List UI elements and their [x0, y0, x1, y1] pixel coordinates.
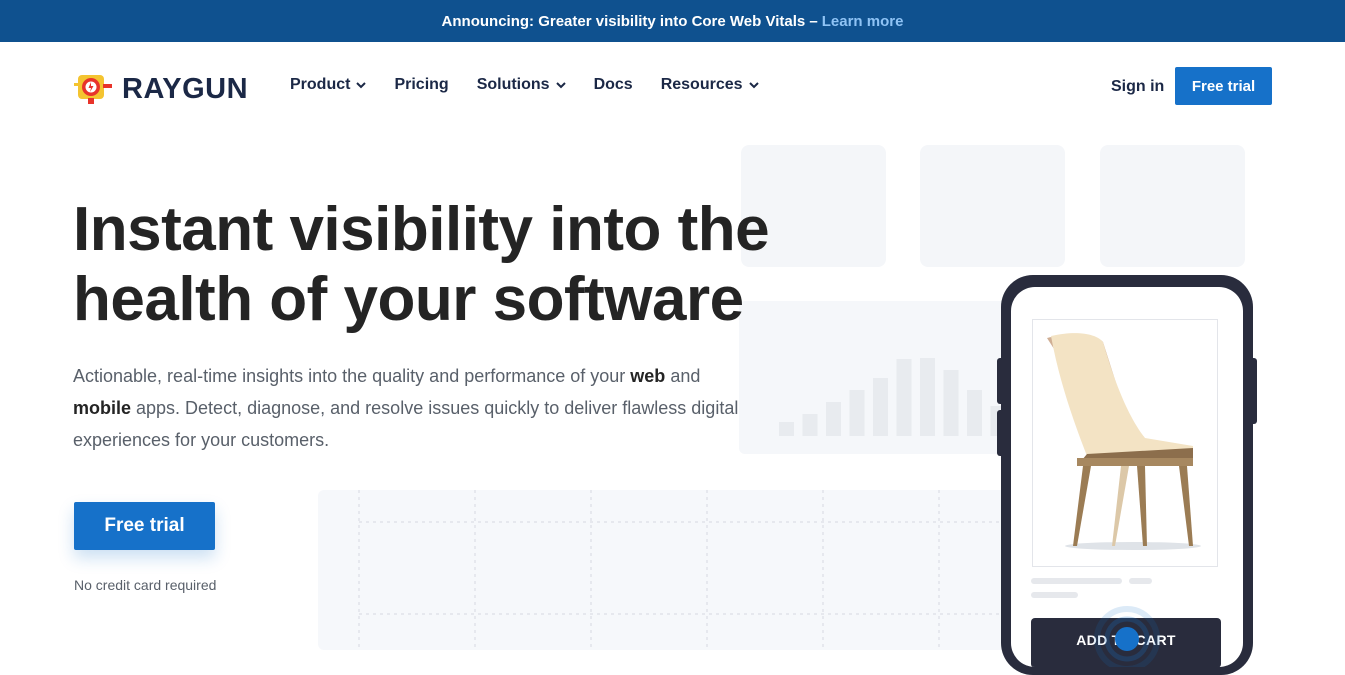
nav-product[interactable]: Product	[290, 76, 367, 94]
illustration-bar-chart	[779, 358, 1006, 436]
illustration-dashed-grid	[358, 490, 1018, 650]
illustration-bar	[849, 390, 865, 436]
illustration-tile	[1100, 145, 1245, 267]
phone-mockup: ADD TO CART	[1001, 275, 1253, 675]
hero-title: Instant visibility into the health of yo…	[73, 195, 773, 335]
hero-subtitle-mobile: mobile	[73, 398, 132, 418]
hero-subtitle-text: Actionable, real-time insights into the …	[73, 366, 631, 386]
illustration-chart-panel	[739, 301, 1039, 454]
chevron-down-icon	[555, 81, 566, 88]
sign-in-link[interactable]: Sign in	[1111, 78, 1164, 96]
illustration-bar	[943, 370, 959, 436]
tap-indicator-icon	[1094, 606, 1160, 667]
nav-resources-label: Resources	[660, 76, 743, 93]
illustration-bar	[779, 422, 794, 436]
nav-docs[interactable]: Docs	[594, 76, 633, 94]
chevron-down-icon	[748, 81, 759, 88]
skeleton-line	[1031, 578, 1122, 584]
illustration-bar	[920, 358, 935, 436]
nav-solutions[interactable]: Solutions	[477, 76, 566, 94]
skeleton-line	[1129, 578, 1152, 584]
illustration-bar	[802, 414, 818, 436]
illustration-bar	[826, 402, 841, 436]
hero-subtitle: Actionable, real-time insights into the …	[73, 360, 763, 456]
nav-solutions-label: Solutions	[476, 76, 550, 93]
nav-links: Product Pricing Solutions Docs Resources	[290, 76, 759, 94]
nav-pricing-label: Pricing	[394, 76, 449, 93]
nav-product-label: Product	[290, 76, 351, 93]
nav-free-trial-button[interactable]: Free trial	[1175, 67, 1272, 105]
nav-docs-label: Docs	[593, 76, 633, 93]
hero-subtitle-text: apps. Detect, diagnose, and resolve issu…	[73, 398, 739, 450]
nav-resources[interactable]: Resources	[661, 76, 759, 94]
illustration-bar	[967, 390, 982, 436]
illustration-tile	[920, 145, 1065, 267]
product-image-frame	[1032, 319, 1218, 567]
announcement-bar: Announcing: Greater visibility into Core…	[0, 0, 1345, 42]
skeleton-line	[1031, 592, 1078, 598]
illustration-grid-panel	[318, 490, 1018, 650]
illustration-bar	[896, 359, 912, 436]
hero-subtitle-web: web	[630, 366, 666, 386]
learn-more-link[interactable]: Learn more	[822, 13, 904, 30]
no-credit-card-note: No credit card required	[74, 577, 217, 593]
raygun-logo[interactable]: RAYGUN	[74, 71, 248, 107]
hero-title-line-1: Instant visibility into the	[73, 195, 770, 264]
brand-name: RAYGUN	[122, 72, 249, 105]
nav-pricing[interactable]: Pricing	[394, 76, 448, 94]
raygun-logo-icon	[74, 75, 112, 104]
chair-image	[1047, 333, 1201, 550]
illustration-bar	[873, 378, 888, 436]
hero-subtitle-text: and	[665, 366, 701, 386]
hero-free-trial-button[interactable]: Free trial	[74, 502, 215, 550]
chevron-down-icon	[356, 81, 367, 88]
hero-title-line-2: health of your software	[73, 265, 744, 334]
phone-screen: ADD TO CART	[1011, 287, 1243, 667]
main-nav: RAYGUN Product Pricing Solutions Docs Re…	[0, 42, 1345, 132]
announcement-text: Announcing: Greater visibility into Core…	[441, 12, 818, 30]
